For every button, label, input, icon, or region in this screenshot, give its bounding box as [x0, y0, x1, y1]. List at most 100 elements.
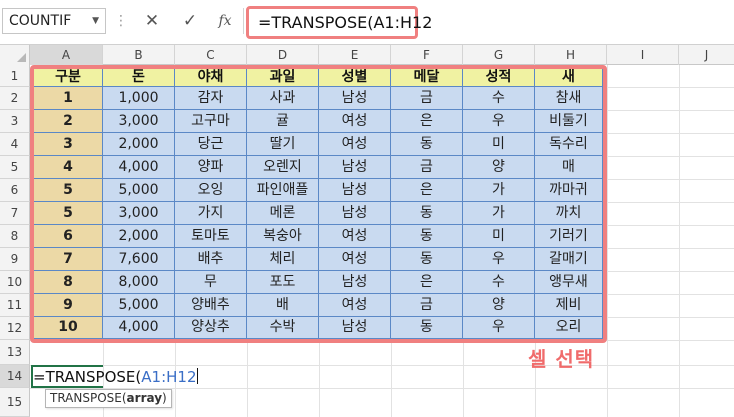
table-cell[interactable]: 여성: [319, 294, 391, 317]
name-box[interactable]: COUNTIF ▼: [2, 8, 106, 34]
table-cell[interactable]: 가: [463, 202, 535, 225]
table-cell[interactable]: 우: [463, 248, 535, 271]
table-cell[interactable]: 10: [34, 317, 103, 339]
table-cell[interactable]: 양상추: [175, 317, 247, 339]
table-cell[interactable]: 수: [463, 87, 535, 110]
table-cell[interactable]: 금: [391, 156, 463, 179]
column-header-f[interactable]: F: [391, 45, 463, 65]
table-cell[interactable]: 오리: [535, 317, 603, 339]
table-cell[interactable]: 5,000: [103, 294, 175, 317]
chevron-down-icon[interactable]: ▼: [92, 9, 99, 33]
table-cell[interactable]: 독수리: [535, 133, 603, 156]
table-cell[interactable]: 금: [391, 294, 463, 317]
table-cell[interactable]: 5: [34, 202, 103, 225]
table-cell[interactable]: 4,000: [103, 156, 175, 179]
column-header-i[interactable]: I: [607, 45, 679, 65]
table-cell[interactable]: 딸기: [247, 133, 319, 156]
table-cell[interactable]: 여성: [319, 225, 391, 248]
table-header-cell[interactable]: 야채: [175, 69, 247, 87]
table-cell[interactable]: 남성: [319, 156, 391, 179]
table-cell[interactable]: 무: [175, 271, 247, 294]
table-cell[interactable]: 배: [247, 294, 319, 317]
tooltip-function-name[interactable]: TRANSPOSE(: [50, 391, 127, 405]
table-cell[interactable]: 감자: [175, 87, 247, 110]
table-cell[interactable]: 포도: [247, 271, 319, 294]
table-cell[interactable]: 토마토: [175, 225, 247, 248]
tooltip-argument[interactable]: array: [127, 391, 162, 405]
table-cell[interactable]: 동: [391, 202, 463, 225]
table-cell[interactable]: 당근: [175, 133, 247, 156]
table-cell[interactable]: 남성: [319, 202, 391, 225]
insert-function-icon[interactable]: fx: [213, 9, 237, 33]
table-cell[interactable]: 참새: [535, 87, 603, 110]
formula-bar-grip-icon[interactable]: ⋮: [114, 11, 128, 31]
table-cell[interactable]: 제비: [535, 294, 603, 317]
table-cell[interactable]: 기러기: [535, 225, 603, 248]
table-cell[interactable]: 1: [34, 87, 103, 110]
table-cell[interactable]: 1,000: [103, 87, 175, 110]
table-cell[interactable]: 2: [34, 110, 103, 133]
table-cell[interactable]: 매: [535, 156, 603, 179]
table-cell[interactable]: 까치: [535, 202, 603, 225]
table-cell[interactable]: 양: [463, 156, 535, 179]
row-header-2[interactable]: 2: [0, 87, 30, 110]
column-header-b[interactable]: B: [103, 45, 175, 65]
table-cell[interactable]: 은: [391, 110, 463, 133]
table-cell[interactable]: 동: [391, 133, 463, 156]
column-header-d[interactable]: D: [247, 45, 319, 65]
table-cell[interactable]: 3,000: [103, 110, 175, 133]
formula-input[interactable]: =TRANSPOSE(A1:H12: [246, 6, 432, 39]
table-cell[interactable]: 4,000: [103, 317, 175, 339]
row-header-6[interactable]: 6: [0, 179, 30, 202]
table-cell[interactable]: 2,000: [103, 225, 175, 248]
table-cell[interactable]: 까마귀: [535, 179, 603, 202]
row-header-15[interactable]: 15: [0, 388, 30, 417]
row-header-7[interactable]: 7: [0, 202, 30, 225]
enter-check-icon[interactable]: ✓: [178, 9, 202, 33]
row-header-1[interactable]: 1: [0, 65, 30, 87]
row-header-5[interactable]: 5: [0, 156, 30, 179]
column-header-j[interactable]: J: [679, 45, 734, 65]
table-cell[interactable]: 5,000: [103, 179, 175, 202]
table-cell[interactable]: 9: [34, 294, 103, 317]
table-cell[interactable]: 7,600: [103, 248, 175, 271]
table-header-cell[interactable]: 새: [535, 69, 603, 87]
table-cell[interactable]: 체리: [247, 248, 319, 271]
table-cell[interactable]: 오잉: [175, 179, 247, 202]
table-cell[interactable]: 갈매기: [535, 248, 603, 271]
table-cell[interactable]: 여성: [319, 110, 391, 133]
table-cell[interactable]: 은: [391, 271, 463, 294]
table-cell[interactable]: 양: [463, 294, 535, 317]
table-cell[interactable]: 금: [391, 87, 463, 110]
cancel-icon[interactable]: ✕: [140, 9, 164, 33]
table-cell[interactable]: 가지: [175, 202, 247, 225]
table-header-cell[interactable]: 성적: [463, 69, 535, 87]
select-all-corner[interactable]: [0, 45, 30, 65]
table-cell[interactable]: 배추: [175, 248, 247, 271]
table-cell[interactable]: 7: [34, 248, 103, 271]
row-header-13[interactable]: 13: [0, 340, 30, 365]
table-cell[interactable]: 남성: [319, 87, 391, 110]
table-cell[interactable]: 미: [463, 225, 535, 248]
table-cell[interactable]: 고구마: [175, 110, 247, 133]
table-cell[interactable]: 8: [34, 271, 103, 294]
table-cell[interactable]: 남성: [319, 317, 391, 339]
table-cell[interactable]: 3,000: [103, 202, 175, 225]
row-header-4[interactable]: 4: [0, 133, 30, 156]
table-cell[interactable]: 우: [463, 110, 535, 133]
table-cell[interactable]: 귤: [247, 110, 319, 133]
table-header-cell[interactable]: 메달: [391, 69, 463, 87]
table-cell[interactable]: 파인애플: [247, 179, 319, 202]
table-cell[interactable]: 8,000: [103, 271, 175, 294]
table-cell[interactable]: 오렌지: [247, 156, 319, 179]
column-header-a[interactable]: A: [30, 45, 103, 65]
column-header-g[interactable]: G: [463, 45, 535, 65]
table-cell[interactable]: 동: [391, 225, 463, 248]
table-cell[interactable]: 2,000: [103, 133, 175, 156]
table-cell[interactable]: 사과: [247, 87, 319, 110]
table-cell[interactable]: 동: [391, 248, 463, 271]
table-header-cell[interactable]: 과일: [247, 69, 319, 87]
column-header-c[interactable]: C: [175, 45, 247, 65]
table-cell[interactable]: 남성: [319, 179, 391, 202]
table-cell[interactable]: 여성: [319, 248, 391, 271]
